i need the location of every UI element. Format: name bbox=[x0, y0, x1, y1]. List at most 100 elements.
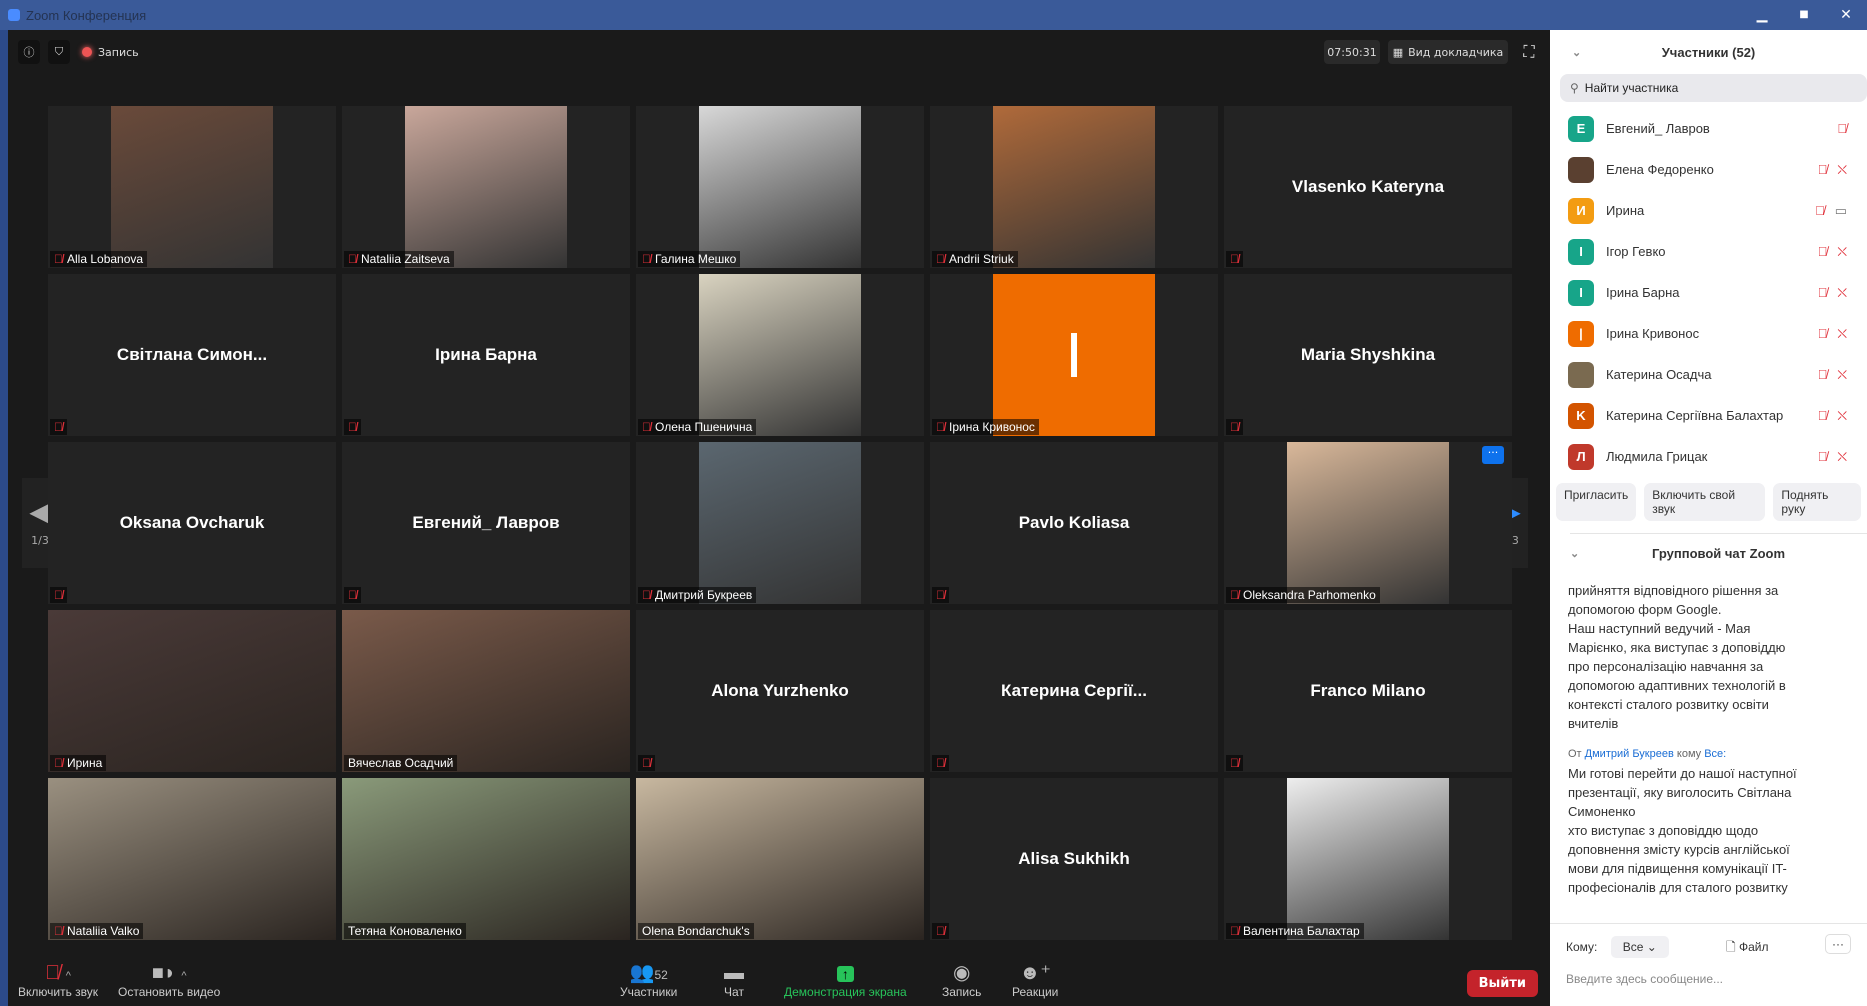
participant-tile[interactable]: 🎙̸ Andrii Striuk bbox=[930, 106, 1218, 268]
zoom-app-icon bbox=[8, 9, 20, 21]
participant-list-item[interactable]: I Ігор Гевко 🎙̸ ⛌ bbox=[1550, 231, 1867, 272]
video-off-icon: ⛌ bbox=[1837, 284, 1847, 300]
participants-button[interactable]: 👥52 Участники bbox=[620, 961, 677, 999]
file-button[interactable]: 🗋 Файл bbox=[1726, 938, 1769, 959]
participant-tile[interactable]: Ірина Барна 🎙̸ bbox=[342, 274, 630, 436]
participant-tile[interactable]: Евгений_ Лавров 🎙̸ bbox=[342, 442, 630, 604]
participant-list-item[interactable]: Елена Федоренко 🎙̸ ⛌ bbox=[1550, 149, 1867, 190]
reactions-button[interactable]: ☻⁺ Реакции bbox=[1012, 961, 1058, 999]
recording-indicator[interactable]: Запись bbox=[82, 40, 139, 64]
participant-tile[interactable]: 🎙̸ Alla Lobanova bbox=[48, 106, 336, 268]
participant-label: 🎙̸ Дмитрий Букреев bbox=[638, 587, 757, 603]
chat-button[interactable]: ▬ Чат bbox=[724, 961, 744, 999]
participant-tile[interactable]: Тетяна Коноваленко bbox=[342, 778, 630, 940]
participant-tile[interactable]: Alona Yurzhenko 🎙̸ bbox=[636, 610, 924, 772]
title-bar: Zoom Конференция ▁ ■ ✕ bbox=[0, 0, 1867, 30]
participant-tile[interactable]: 🎙̸ Nataliia Valko bbox=[48, 778, 336, 940]
participant-list-item[interactable]: | Ірина Кривонос 🎙̸ ⛌ bbox=[1550, 313, 1867, 354]
participant-name: Ірина Барна bbox=[1606, 285, 1680, 300]
mic-muted-icon: 🎙̸ bbox=[348, 252, 357, 266]
mic-muted-icon: 🎙̸ bbox=[1230, 756, 1239, 770]
chevron-down-icon[interactable]: ⌄ bbox=[1570, 547, 1579, 560]
participant-list-item[interactable]: E Евгений_ Лавров 🎙̸ bbox=[1550, 108, 1867, 149]
record-button[interactable]: ◉ Запись bbox=[942, 961, 981, 999]
mic-muted-icon: 🎙̸ bbox=[54, 252, 63, 266]
shield-icon[interactable]: ⛉ bbox=[48, 40, 70, 64]
participant-list-item[interactable]: I Ірина Барна 🎙̸ ⛌ bbox=[1550, 272, 1867, 313]
chat-line: мови для підвищення комунікації IT- bbox=[1568, 861, 1787, 876]
chat-line: презентації, яку виголосить Світлана bbox=[1568, 785, 1792, 800]
chat-message: прийняття відповідного рішення за допомог… bbox=[1568, 581, 1849, 733]
tile-more-button[interactable]: ··· bbox=[1482, 446, 1504, 464]
chat-label: Чат bbox=[724, 985, 744, 999]
chat-recipient[interactable]: Все: bbox=[1704, 748, 1726, 760]
chat-line: Симоненко bbox=[1568, 804, 1636, 819]
participant-tile[interactable]: 🎙̸ Дмитрий Букреев bbox=[636, 442, 924, 604]
avatar: I bbox=[1568, 238, 1594, 265]
unmute-me-button[interactable]: Включить свой звук bbox=[1644, 483, 1766, 521]
search-icon: ⚲ bbox=[1570, 81, 1579, 95]
share-screen-button[interactable]: ↑ Демонстрация экрана bbox=[784, 961, 907, 999]
participant-tile[interactable]: Oksana Ovcharuk 🎙̸ bbox=[48, 442, 336, 604]
participant-search-input[interactable]: ⚲ Найти участника bbox=[1560, 74, 1867, 102]
participant-tile[interactable]: 🎙̸ Nataliia Zaitseva bbox=[342, 106, 630, 268]
participant-tile[interactable]: 🎙̸ Олена Пшенична bbox=[636, 274, 924, 436]
participant-video bbox=[48, 610, 336, 772]
info-icon[interactable]: ⓘ bbox=[18, 40, 40, 64]
participant-tile[interactable]: 🎙̸ Галина Мешко bbox=[636, 106, 924, 268]
chevron-down-icon[interactable]: ⌄ bbox=[1572, 46, 1581, 59]
participant-tile[interactable]: Pavlo Koliasa 🎙̸ bbox=[930, 442, 1218, 604]
maximize-button[interactable]: ■ bbox=[1783, 0, 1825, 30]
minimize-button[interactable]: ▁ bbox=[1741, 0, 1783, 30]
participant-tile[interactable]: 🎙̸ Oleksandra Parhomenko ··· bbox=[1224, 442, 1512, 604]
participant-tile[interactable]: 🎙̸ Валентина Балахтар bbox=[1224, 778, 1512, 940]
participant-name: Світлана Симон... bbox=[116, 345, 268, 364]
participant-list-item[interactable]: Катерина Осадча 🎙̸ ⛌ bbox=[1550, 354, 1867, 395]
participant-tile[interactable]: Катерина Сергії... 🎙̸ bbox=[930, 610, 1218, 772]
leave-button[interactable]: Выйти bbox=[1466, 970, 1538, 997]
participant-label: Olena Bondarchuk's bbox=[638, 923, 754, 939]
participant-tile[interactable]: Світлана Симон... 🎙̸ bbox=[48, 274, 336, 436]
raise-hand-button[interactable]: Поднять руку bbox=[1773, 483, 1861, 521]
participant-tile[interactable]: Alisa Sukhikh 🎙̸ bbox=[930, 778, 1218, 940]
participant-photo bbox=[699, 274, 861, 436]
participant-tile[interactable]: I 🎙̸ Ірина Кривонос bbox=[930, 274, 1218, 436]
mic-muted-icon: 🎙̸ bbox=[936, 588, 945, 602]
participant-list-item[interactable]: И Ирина 🎙̸ ▭ bbox=[1550, 190, 1867, 231]
close-button[interactable]: ✕ bbox=[1825, 0, 1867, 30]
participant-tile[interactable]: Maria Shyshkina 🎙̸ bbox=[1224, 274, 1512, 436]
chat-more-button[interactable]: ··· bbox=[1825, 934, 1851, 954]
stop-video-button[interactable]: ■◗ ^ Остановить видео bbox=[118, 961, 220, 999]
unmute-label: Включить звук bbox=[18, 985, 99, 999]
participant-list-item[interactable]: Л Людмила Грицак 🎙̸ ⛌ bbox=[1550, 436, 1867, 477]
chat-input[interactable]: Введите здесь сообщение... bbox=[1566, 972, 1851, 986]
recipient-select[interactable]: Все ⌄ bbox=[1610, 936, 1669, 958]
participant-tile[interactable]: 🎙̸ Ирина bbox=[48, 610, 336, 772]
participant-video bbox=[48, 778, 336, 940]
mic-muted-icon: 🎙̸ bbox=[54, 588, 63, 602]
participant-list-item[interactable]: K Катерина Сергіївна Балахтар 🎙̸ ⛌ bbox=[1550, 395, 1867, 436]
participant-label: 🎙̸ Andrii Striuk bbox=[932, 251, 1018, 267]
fullscreen-icon[interactable]: ⛶ bbox=[1518, 40, 1540, 64]
participant-label-text: Alla Lobanova bbox=[67, 252, 144, 266]
unmute-button[interactable]: 🎙̸ ^ Включить звук bbox=[18, 961, 98, 999]
chat-sender[interactable]: Дмитрий Букреев bbox=[1585, 748, 1674, 760]
participant-tile[interactable]: Olena Bondarchuk's bbox=[636, 778, 924, 940]
participant-tile[interactable]: Franco Milano 🎙̸ bbox=[1224, 610, 1512, 772]
participant-list[interactable]: E Евгений_ Лавров 🎙̸ Елена Федоренко 🎙̸ ⛌ И Ири… bbox=[1550, 108, 1867, 477]
participant-tile[interactable]: Вячеслав Осадчий bbox=[342, 610, 630, 772]
mic-muted-icon: 🎙̸ bbox=[1230, 924, 1239, 938]
participant-tile[interactable]: Vlasenko Kateryna 🎙̸ bbox=[1224, 106, 1512, 268]
mic-muted-icon: 🎙̸ bbox=[54, 756, 63, 770]
mic-muted-icon: 🎙̸ bbox=[1817, 161, 1828, 177]
invite-button[interactable]: Пригласить bbox=[1556, 483, 1637, 521]
view-button[interactable]: ▦ Вид докладчика bbox=[1388, 40, 1508, 64]
participant-photo bbox=[699, 442, 861, 604]
mic-muted-icon: 🎙̸ bbox=[1817, 243, 1828, 259]
participant-label: 🎙̸ bbox=[932, 587, 949, 603]
mic-muted-icon: 🎙̸ bbox=[1230, 420, 1239, 434]
participant-name: Катерина Сергії... bbox=[1001, 681, 1147, 700]
video-camera-icon: ■◗ ^ bbox=[151, 962, 187, 984]
participant-label: 🎙̸ Галина Мешко bbox=[638, 251, 741, 267]
video-off-icon: ⛌ bbox=[1837, 161, 1847, 177]
